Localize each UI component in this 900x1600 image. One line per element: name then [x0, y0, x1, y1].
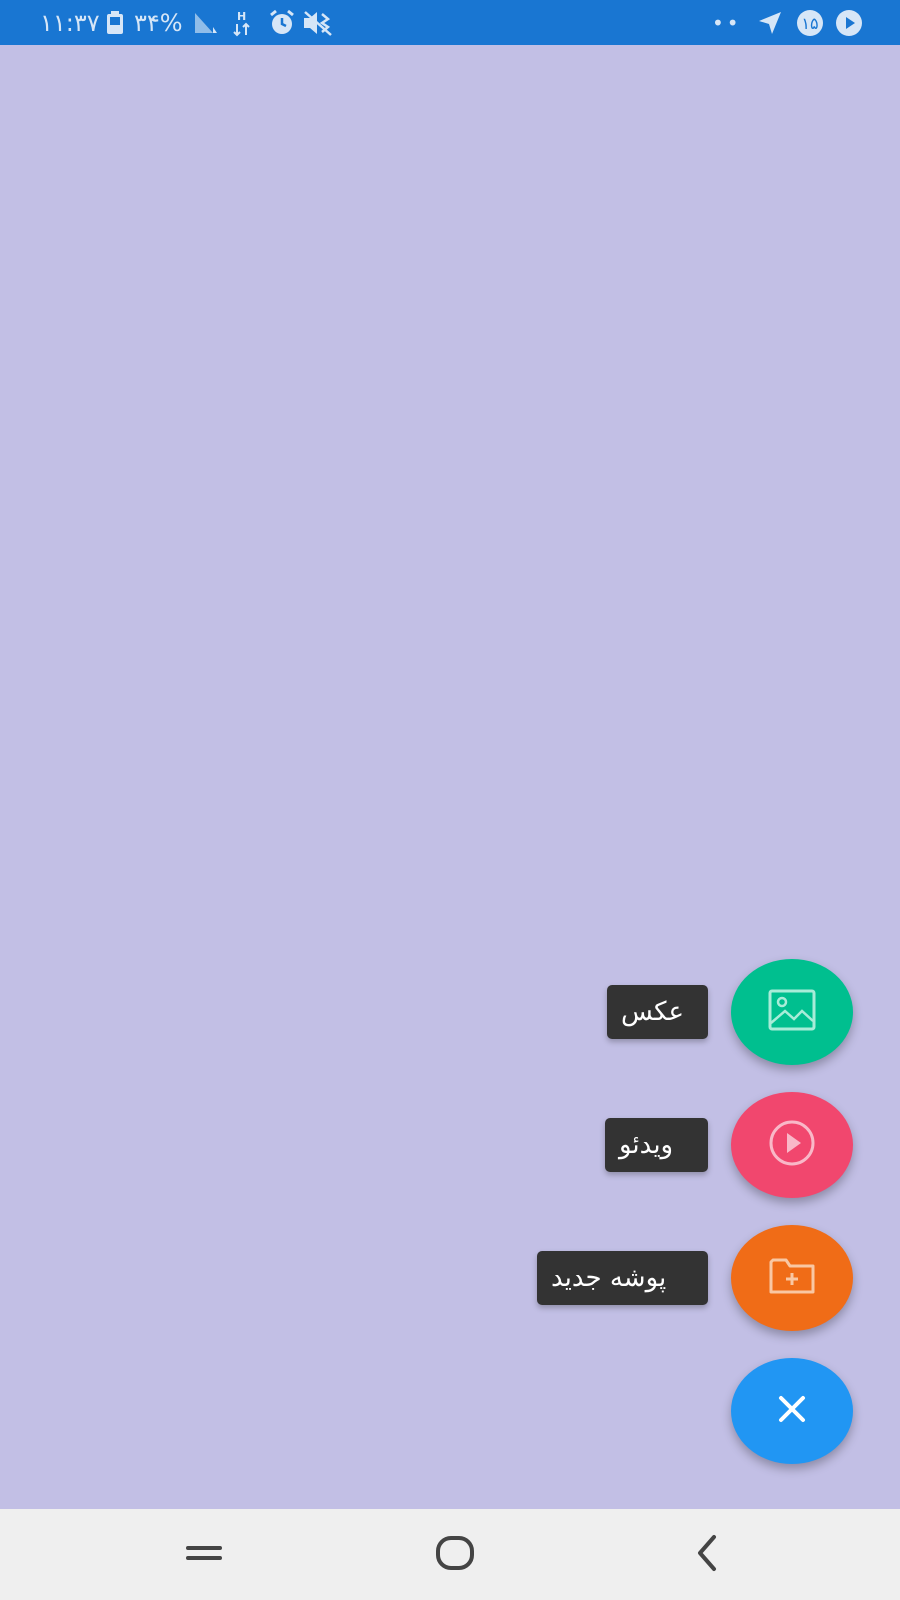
battery-icon	[106, 0, 124, 45]
folder-add-icon	[768, 1256, 816, 1300]
home-button[interactable]	[410, 1509, 500, 1600]
alarm-icon	[268, 0, 296, 45]
close-fab-button[interactable]	[731, 1358, 853, 1464]
new-folder-fab-button[interactable]	[731, 1225, 853, 1331]
play-circle-icon	[768, 1119, 816, 1171]
close-icon	[777, 1394, 807, 1428]
location-arrow-icon	[757, 0, 783, 45]
status-time: ۱۱:۳۷	[40, 8, 100, 37]
photo-fab-button[interactable]	[731, 959, 853, 1065]
new-folder-label-text: پوشه جدید	[551, 1263, 667, 1293]
photo-label[interactable]: عکس	[607, 985, 708, 1039]
home-icon	[435, 1535, 475, 1575]
battery-percent: ۳۴%	[134, 8, 183, 37]
video-fab-button[interactable]	[731, 1092, 853, 1198]
svg-text:H: H	[237, 10, 246, 23]
recents-icon	[184, 1538, 224, 1572]
back-button[interactable]	[662, 1509, 752, 1600]
image-icon	[768, 989, 816, 1035]
badge-icon: ۱۵	[794, 0, 826, 45]
status-bar: ۱۱:۳۷ ۳۴% H •• ۱۵	[0, 0, 900, 45]
signal-icon	[193, 0, 221, 45]
data-arrows-icon: H	[232, 0, 252, 45]
play-icon	[834, 0, 864, 45]
back-icon	[692, 1533, 722, 1577]
video-label[interactable]: ویدئو	[605, 1118, 708, 1172]
new-folder-label[interactable]: پوشه جدید	[537, 1251, 708, 1305]
photo-label-text: عکس	[621, 997, 685, 1027]
navigation-bar	[0, 1509, 900, 1600]
mute-icon	[302, 0, 334, 45]
badge-count: ۱۵	[801, 14, 818, 33]
recents-button[interactable]	[159, 1509, 249, 1600]
video-label-text: ویدئو	[619, 1130, 674, 1160]
status-dots: ••	[712, 10, 742, 35]
